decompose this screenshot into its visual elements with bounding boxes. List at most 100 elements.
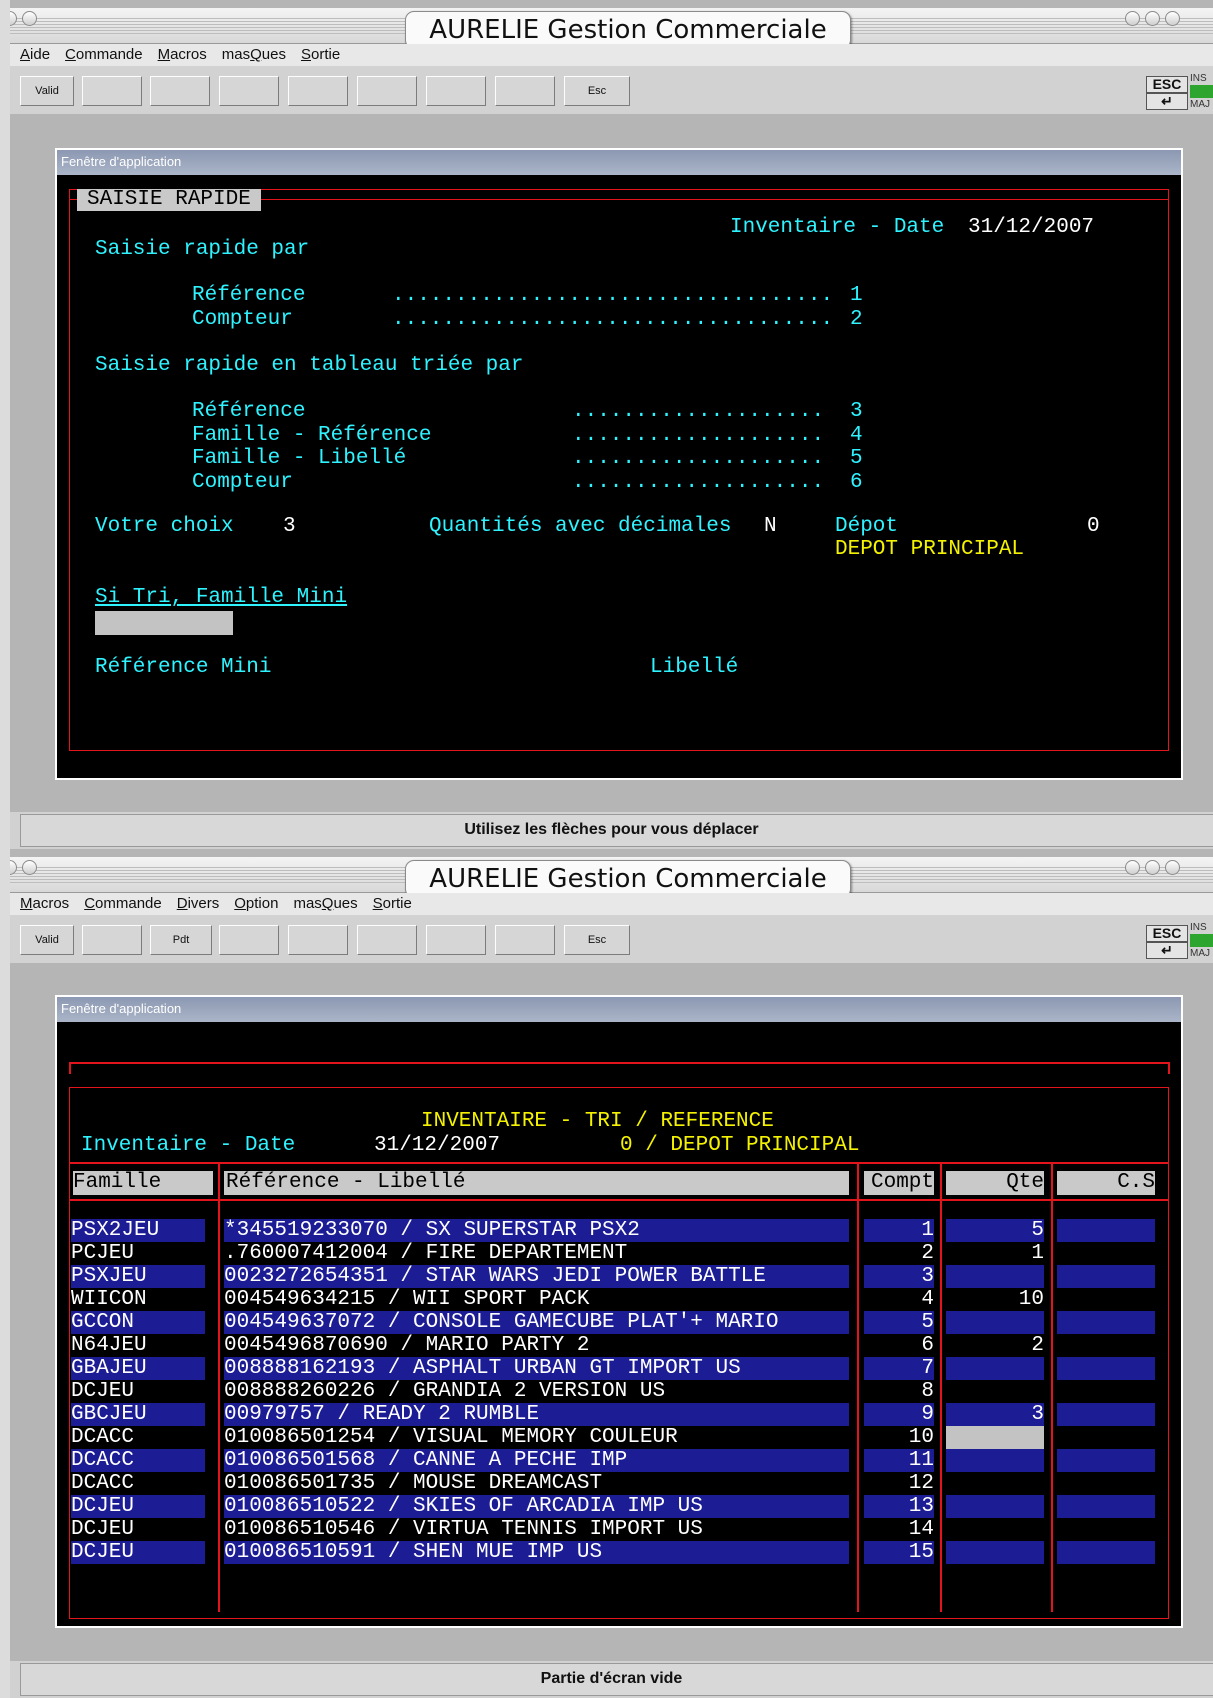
column-header-compt[interactable]: Compt bbox=[864, 1171, 934, 1195]
cell-cs[interactable] bbox=[1057, 1265, 1155, 1288]
maximize-icon[interactable] bbox=[1145, 11, 1160, 26]
cell-cs[interactable] bbox=[1057, 1518, 1155, 1541]
option-famille-libelle-label[interactable]: Famille - Libellé bbox=[192, 448, 406, 470]
toolbar-button-blank[interactable] bbox=[288, 76, 348, 106]
cell-cs[interactable] bbox=[1057, 1357, 1155, 1380]
toolbar-button-blank[interactable] bbox=[495, 925, 555, 955]
toolbar-button-blank[interactable] bbox=[150, 76, 210, 106]
cell-qte[interactable]: 2 bbox=[946, 1334, 1044, 1357]
libelle-label: Libellé bbox=[650, 656, 739, 679]
option-compteur-label[interactable]: Compteur bbox=[192, 472, 293, 494]
option-compteur-label[interactable]: Compteur bbox=[192, 309, 293, 331]
cell-qte[interactable] bbox=[946, 1265, 1044, 1288]
toolbar-button-blank[interactable] bbox=[288, 925, 348, 955]
toolbar-button-blank[interactable] bbox=[219, 76, 279, 106]
close-icon[interactable] bbox=[1165, 11, 1180, 26]
depot-label: 0 / DEPOT PRINCIPAL bbox=[620, 1134, 860, 1157]
toolbar-button-blank[interactable] bbox=[357, 925, 417, 955]
esc-key[interactable]: ESC bbox=[1146, 76, 1188, 93]
cell-cs[interactable] bbox=[1057, 1380, 1155, 1403]
cell-qte[interactable] bbox=[946, 1449, 1044, 1472]
cell-cs[interactable] bbox=[1057, 1334, 1155, 1357]
menu-item-aide[interactable]: Aide bbox=[20, 44, 50, 66]
menu-item-sortie[interactable]: Sortie bbox=[301, 44, 340, 66]
window-saisie-rapide: AURELIE Gestion Commerciale Aide Command… bbox=[0, 0, 1213, 849]
column-header-reference[interactable]: Référence - Libellé bbox=[224, 1171, 849, 1195]
cell-qte[interactable] bbox=[946, 1472, 1044, 1495]
menu-item-divers[interactable]: Divers bbox=[177, 893, 220, 915]
column-header-cs[interactable]: C.S bbox=[1057, 1171, 1155, 1195]
cell-qte[interactable]: 1 bbox=[946, 1242, 1044, 1265]
decimals-field[interactable]: N bbox=[764, 516, 777, 538]
window-circle-icon[interactable] bbox=[10, 860, 17, 875]
toolbar-button-blank[interactable] bbox=[82, 76, 142, 106]
cell-qte[interactable] bbox=[946, 1380, 1044, 1403]
menu-item-masques[interactable]: masQues bbox=[293, 893, 357, 915]
cell-qte[interactable] bbox=[946, 1426, 1044, 1449]
minimize-icon[interactable] bbox=[1125, 860, 1140, 875]
depot-field[interactable]: 0 bbox=[1087, 516, 1100, 538]
cell-cs[interactable] bbox=[1057, 1426, 1155, 1449]
maximize-icon[interactable] bbox=[1145, 860, 1160, 875]
valid-button[interactable]: Valid bbox=[20, 925, 74, 955]
status-bar: Utilisez les flèches pour vous déplacer bbox=[10, 812, 1213, 849]
menu-item-sortie[interactable]: Sortie bbox=[373, 893, 412, 915]
cell-cs[interactable] bbox=[1057, 1311, 1155, 1334]
enter-key-icon[interactable]: ↵ bbox=[1146, 942, 1188, 959]
menu-item-option[interactable]: Option bbox=[234, 893, 278, 915]
cell-qte[interactable] bbox=[946, 1311, 1044, 1334]
menu-item-macros[interactable]: Macros bbox=[158, 44, 207, 66]
esc-button[interactable]: Esc bbox=[564, 925, 630, 955]
valid-button[interactable]: Valid bbox=[20, 76, 74, 106]
cell-cs[interactable] bbox=[1057, 1288, 1155, 1311]
option-dots: .................... bbox=[572, 400, 825, 423]
window-circle-icon[interactable] bbox=[22, 11, 37, 26]
toolbar-button-blank[interactable] bbox=[82, 925, 142, 955]
esc-key[interactable]: ESC bbox=[1146, 925, 1188, 942]
cell-cs[interactable] bbox=[1057, 1472, 1155, 1495]
close-icon[interactable] bbox=[1165, 860, 1180, 875]
option-dots: .................... bbox=[572, 471, 825, 494]
cell-cs[interactable] bbox=[1057, 1219, 1155, 1242]
menu-item-commande[interactable]: Commande bbox=[65, 44, 143, 66]
section-table-entry-title: Saisie rapide en tableau triée par bbox=[95, 354, 524, 377]
cell-qte[interactable] bbox=[946, 1518, 1044, 1541]
option-key: 5 bbox=[850, 447, 863, 470]
column-separator bbox=[857, 1162, 859, 1612]
toolbar-button-blank[interactable] bbox=[426, 76, 486, 106]
column-separator bbox=[940, 1162, 942, 1612]
cell-qte[interactable]: 10 bbox=[946, 1288, 1044, 1311]
cell-compt: 7 bbox=[864, 1357, 934, 1380]
cell-qte[interactable] bbox=[946, 1541, 1044, 1564]
cell-qte[interactable] bbox=[946, 1357, 1044, 1380]
cell-cs[interactable] bbox=[1057, 1242, 1155, 1265]
enter-key-icon[interactable]: ↵ bbox=[1146, 93, 1188, 110]
cell-cs[interactable] bbox=[1057, 1403, 1155, 1426]
cell-cs[interactable] bbox=[1057, 1449, 1155, 1472]
family-min-input[interactable] bbox=[95, 611, 233, 635]
pdt-button[interactable]: Pdt bbox=[150, 925, 212, 955]
toolbar-button-blank[interactable] bbox=[357, 76, 417, 106]
option-reference-label[interactable]: Référence bbox=[192, 285, 305, 307]
cell-qte[interactable] bbox=[946, 1495, 1044, 1518]
toolbar-button-blank[interactable] bbox=[495, 76, 555, 106]
cell-compt: 11 bbox=[864, 1449, 934, 1472]
column-header-famille[interactable]: Famille bbox=[73, 1171, 213, 1195]
window-circle-icon[interactable] bbox=[10, 11, 17, 26]
option-famille-reference-label[interactable]: Famille - Référence bbox=[192, 425, 431, 447]
window-circle-icon[interactable] bbox=[22, 860, 37, 875]
cell-qte[interactable]: 5 bbox=[946, 1219, 1044, 1242]
cell-qte[interactable]: 3 bbox=[946, 1403, 1044, 1426]
menu-item-macros[interactable]: Macros bbox=[20, 893, 69, 915]
menu-item-commande[interactable]: Commande bbox=[84, 893, 162, 915]
choice-field[interactable]: 3 bbox=[283, 516, 296, 538]
esc-button[interactable]: Esc bbox=[564, 76, 630, 106]
column-header-qte[interactable]: Qte bbox=[946, 1171, 1044, 1195]
minimize-icon[interactable] bbox=[1125, 11, 1140, 26]
toolbar-button-blank[interactable] bbox=[219, 925, 279, 955]
option-reference-label[interactable]: Référence bbox=[192, 401, 305, 423]
cell-cs[interactable] bbox=[1057, 1541, 1155, 1564]
cell-cs[interactable] bbox=[1057, 1495, 1155, 1518]
menu-item-masques[interactable]: masQues bbox=[222, 44, 286, 66]
toolbar-button-blank[interactable] bbox=[426, 925, 486, 955]
